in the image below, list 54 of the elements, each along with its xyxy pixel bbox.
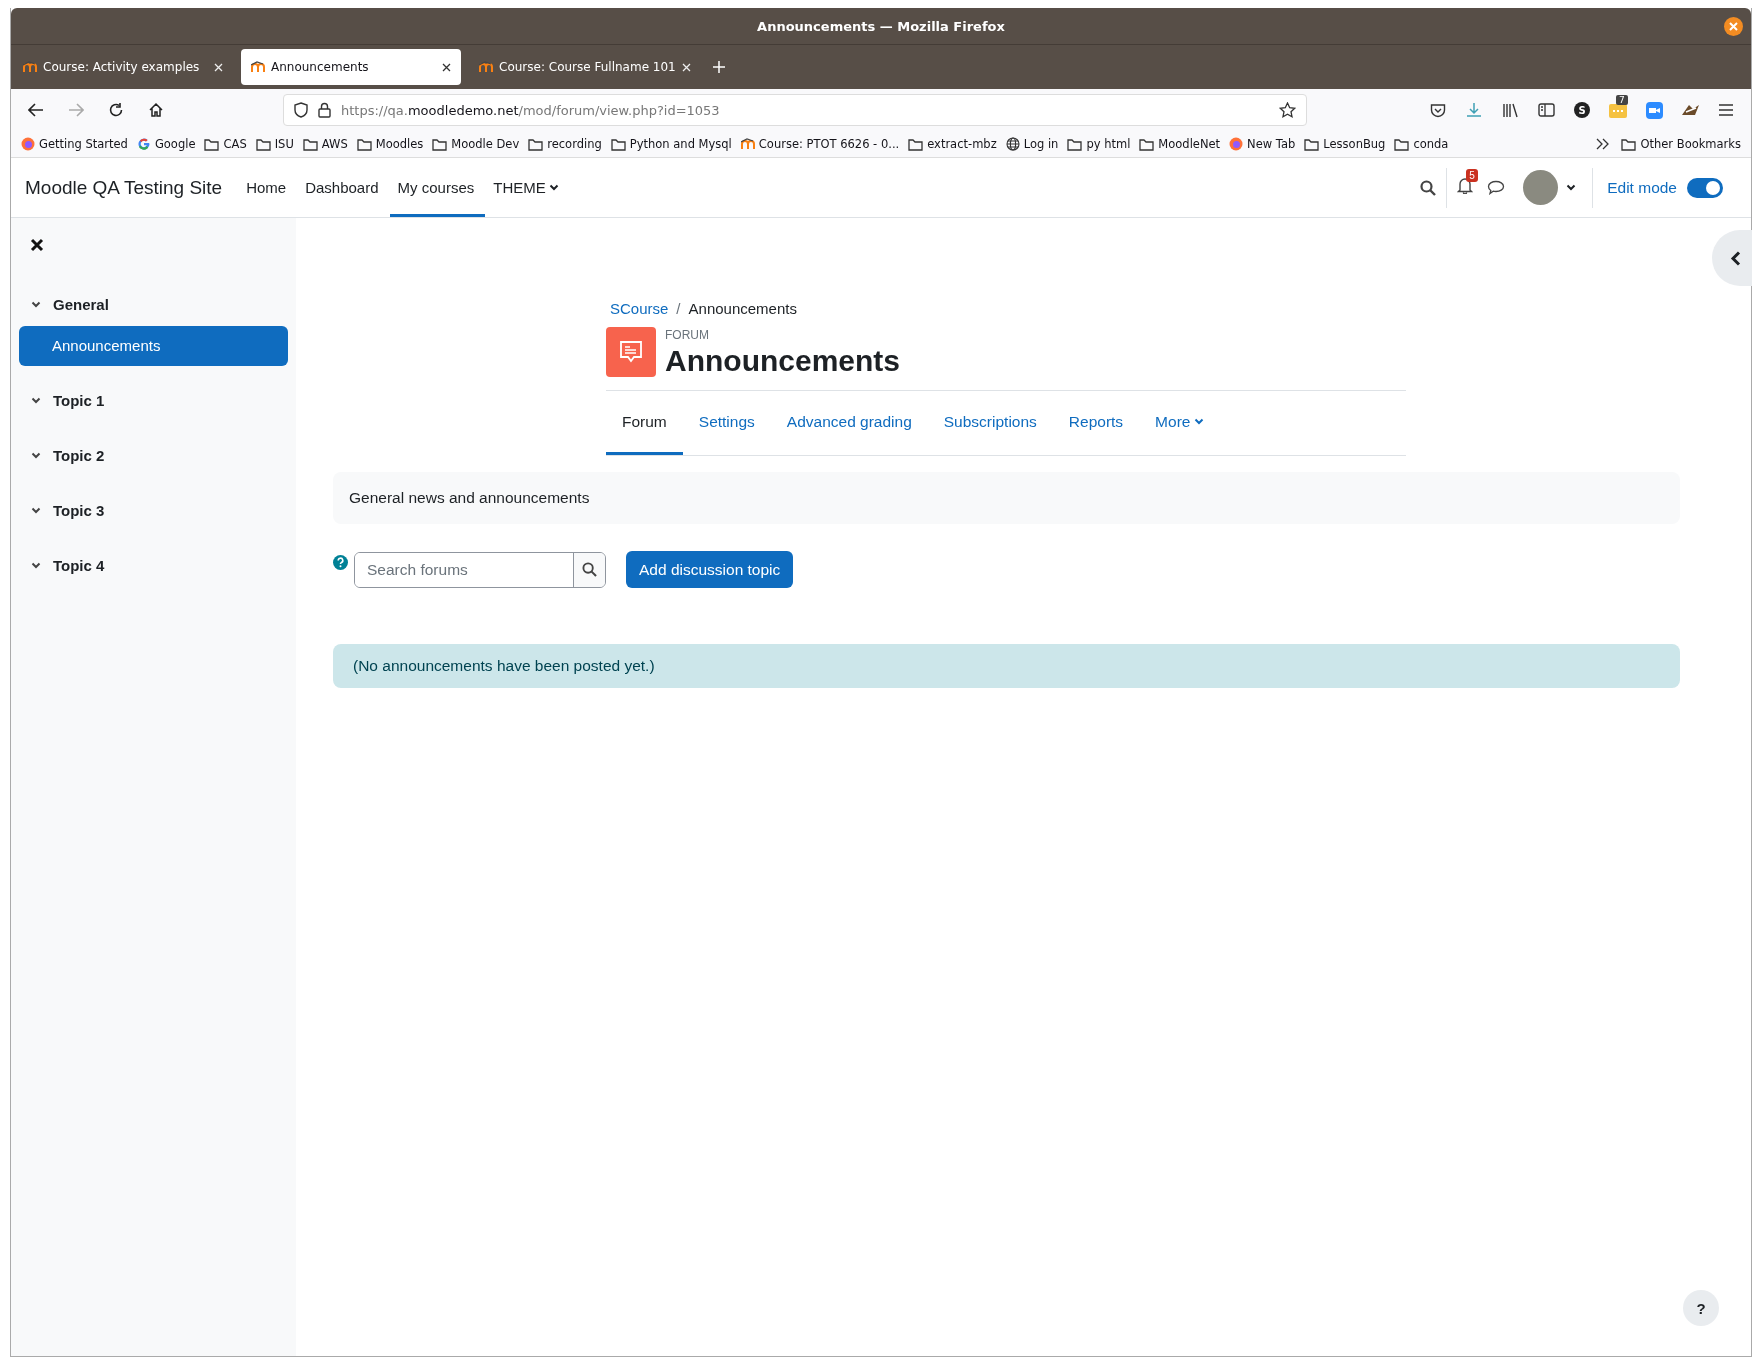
section-toggle[interactable]: Topic 1 [19, 389, 288, 411]
breadcrumb-link[interactable]: SCourse [610, 300, 669, 317]
tab[interactable]: More [1139, 391, 1221, 455]
bookmark[interactable]: Google [136, 137, 196, 151]
site-name[interactable]: Moodle QA Testing Site [25, 176, 223, 199]
section-toggle[interactable]: Topic 4 [19, 554, 288, 576]
bookmark[interactable]: ISU [255, 137, 294, 151]
section-toggle[interactable]: General [19, 293, 288, 315]
edit-mode-label: Edit mode [1607, 178, 1677, 197]
search-field[interactable]: Search forums [354, 551, 606, 588]
bookmark[interactable]: AWS [302, 137, 348, 151]
bookmark[interactable]: New Tab [1229, 137, 1296, 151]
window-title: Announcements — Mozilla Firefox [757, 18, 1005, 34]
forum-intro: General news and announcements [333, 472, 1680, 524]
bookmark[interactable]: recording [528, 137, 602, 151]
nav-link[interactable]: My courses [389, 158, 486, 217]
account-avatar[interactable]: S [1574, 102, 1590, 118]
tab[interactable]: Advanced grading [770, 391, 928, 455]
bookmark[interactable]: py html [1067, 137, 1131, 151]
bookmark[interactable]: conda [1394, 137, 1449, 151]
address-bar[interactable]: https://qa.moodledemo.net/mod/forum/view.php?id=1053 [283, 94, 1307, 126]
activity-type: FORUM [665, 328, 710, 342]
extension-badge: 7 [1616, 95, 1628, 105]
notification-count: 5 [1466, 169, 1478, 182]
other-bookmarks[interactable]: Other Bookmarks [1621, 137, 1741, 151]
sidebar-item[interactable]: Announcements [19, 326, 288, 366]
nav-link[interactable]: Home [238, 158, 298, 217]
bookmark[interactable]: LessonBug [1304, 137, 1386, 151]
bookmark[interactable]: Moodle Dev [432, 137, 520, 151]
section-toggle[interactable]: Topic 2 [19, 444, 288, 466]
info-alert: (No announcements have been posted yet.) [333, 644, 1680, 688]
browser-tab[interactable]: Announcements [241, 49, 461, 85]
nav-link[interactable]: THEME [485, 158, 570, 217]
browser-tab[interactable]: Course: Activity examples [13, 49, 233, 85]
bookmark[interactable]: MoodleNet [1139, 137, 1221, 151]
tab[interactable]: Subscriptions [927, 391, 1053, 455]
bookmark[interactable]: Getting Started [21, 137, 128, 151]
page-title: Announcements [665, 344, 901, 378]
section-toggle[interactable]: Topic 3 [19, 499, 288, 521]
bookmark[interactable]: CAS [204, 137, 247, 151]
add-discussion-button[interactable]: Add discussion topic [626, 551, 794, 588]
bookmark[interactable]: Moodles [356, 137, 424, 151]
bookmark[interactable]: Python and Mysql [610, 137, 732, 151]
nav-link[interactable]: Dashboard [297, 158, 390, 217]
bookmark[interactable]: Log in [1005, 137, 1059, 151]
tab[interactable]: Reports [1052, 391, 1140, 455]
tab[interactable]: Settings [682, 391, 771, 455]
bookmark[interactable]: Course: PTOT 6626 - 0... [740, 137, 900, 151]
breadcrumb-separator: / [676, 300, 681, 317]
breadcrumb-current: Announcements [688, 300, 797, 317]
tab[interactable]: Forum [606, 391, 683, 455]
help-button[interactable]: ? [1683, 1290, 1719, 1326]
browser-tab[interactable]: Course: Course Fullname 101 [469, 49, 689, 85]
bookmark[interactable]: extract-mbz [908, 137, 997, 151]
